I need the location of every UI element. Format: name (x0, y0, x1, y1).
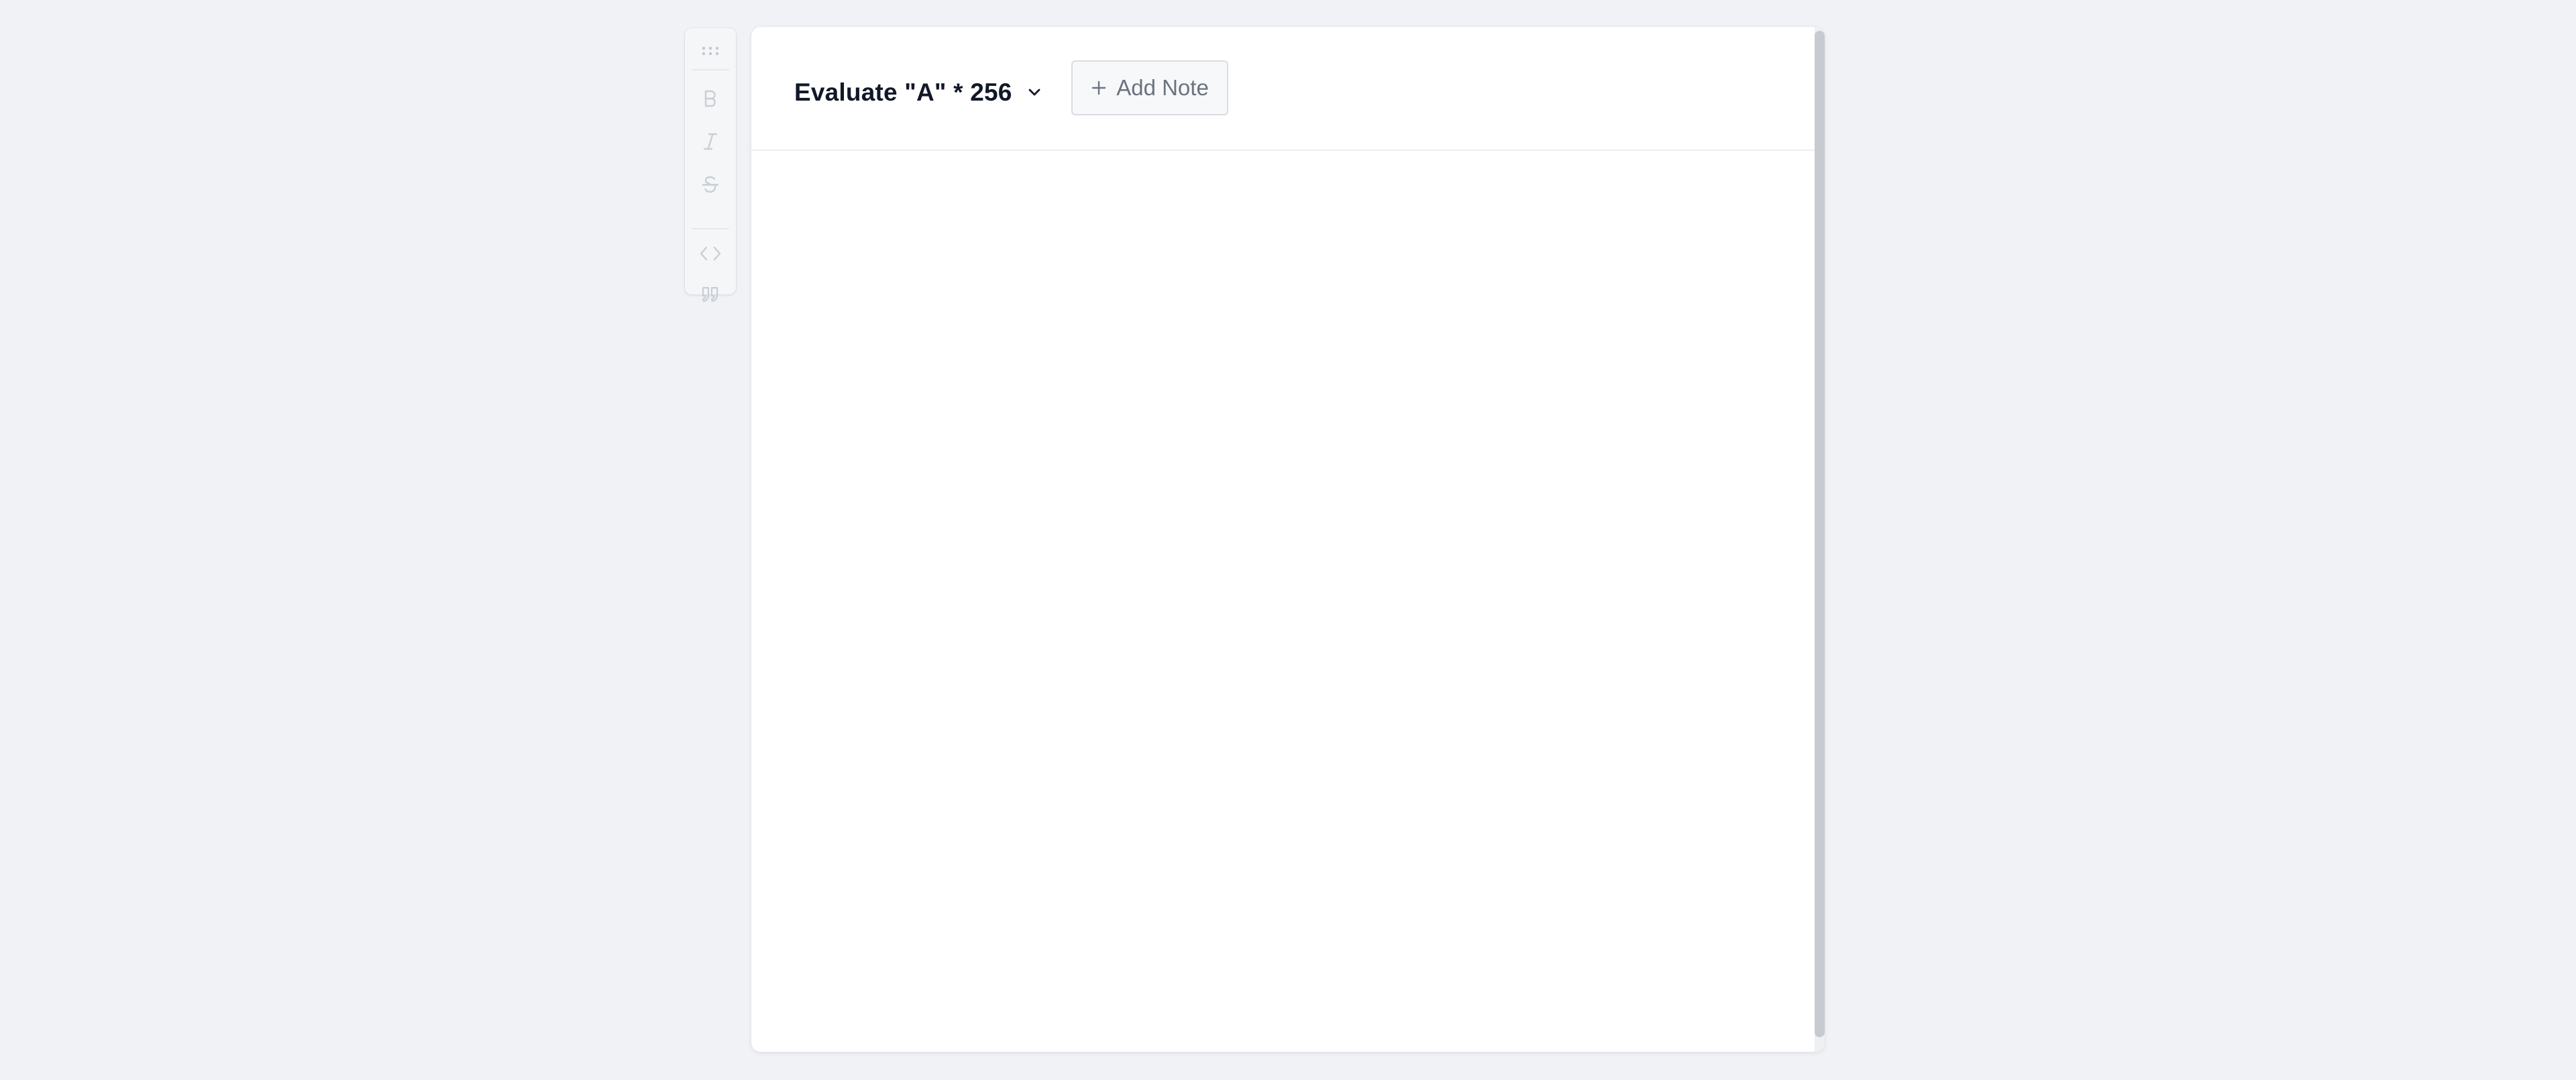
italic-button[interactable] (685, 122, 736, 161)
quote-icon (702, 286, 718, 303)
quote-button[interactable] (685, 277, 736, 311)
chevron-down-icon (1027, 88, 1042, 97)
italic-icon (703, 133, 718, 150)
toolbar-divider (692, 228, 729, 229)
strikethrough-icon (702, 176, 719, 193)
card-title: Evaluate "A" * 256 (794, 78, 1012, 106)
bold-icon (704, 90, 716, 107)
plus-icon (1091, 80, 1107, 96)
drag-handle[interactable] (685, 36, 736, 66)
scrollbar-track[interactable] (1815, 27, 1825, 1052)
grip-dots-icon (702, 46, 719, 56)
code-button[interactable] (685, 234, 736, 273)
note-card: Evaluate "A" * 256 Add Note (751, 27, 1825, 1052)
card-header: Evaluate "A" * 256 Add Note (751, 27, 1815, 151)
toolbar-divider (692, 69, 729, 70)
strikethrough-button[interactable] (685, 165, 736, 204)
formatting-toolbar (685, 28, 736, 303)
code-icon (700, 246, 721, 261)
add-note-label: Add Note (1116, 75, 1209, 100)
title-dropdown[interactable]: Evaluate "A" * 256 (794, 78, 1042, 107)
bold-button[interactable] (685, 79, 736, 118)
add-note-button[interactable]: Add Note (1071, 60, 1228, 115)
scrollbar-thumb[interactable] (1815, 31, 1825, 1037)
note-content-area[interactable] (751, 151, 1815, 1052)
